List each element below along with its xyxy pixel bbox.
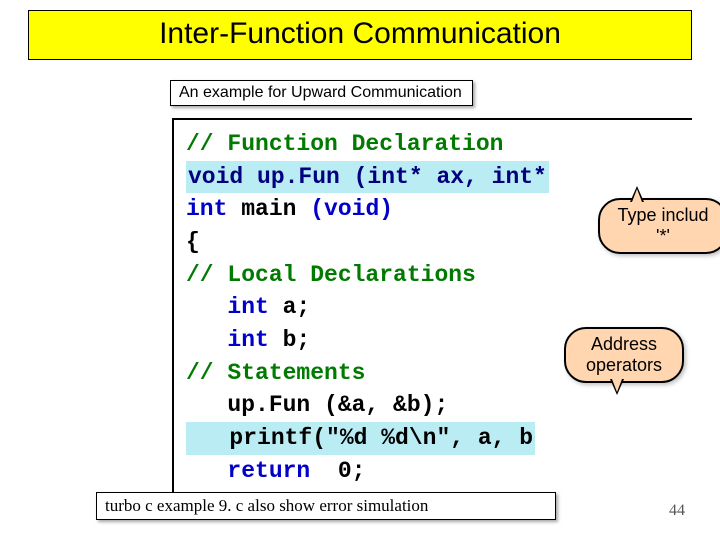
code-line: printf("%d %d\n", a, b [186,422,535,455]
callout-type-includes: Type includ '*' [598,198,720,254]
code-comment: // Function Declaration [186,131,503,157]
code-line: int b; [186,327,310,353]
code-comment: // Local Declarations [186,262,476,288]
code-block: // Function Declaration void up.Fun (int… [174,120,692,487]
slide-title-bar: Inter-Function Communication [28,10,692,60]
subtitle-box: An example for Upward Communication [170,80,473,106]
code-line: int a; [186,294,310,320]
slide-title: Inter-Function Communication [39,17,681,51]
code-line: up.Fun (&a, &b); [186,392,448,418]
footer-box: turbo c example 9. c also show error sim… [96,492,556,520]
code-frame: // Function Declaration void up.Fun (int… [172,118,692,496]
callout-pointer-icon [610,379,624,395]
page-number: 44 [669,502,685,520]
code-line: void up.Fun (int* ax, int* [186,161,549,194]
callout-address-operators: Address operators [564,327,684,383]
code-line: { [186,229,200,255]
code-line: return 0; [186,458,365,484]
code-comment: // Statements [186,360,365,386]
code-line: int main (void) [186,196,393,222]
callout-pointer-icon [630,186,644,202]
